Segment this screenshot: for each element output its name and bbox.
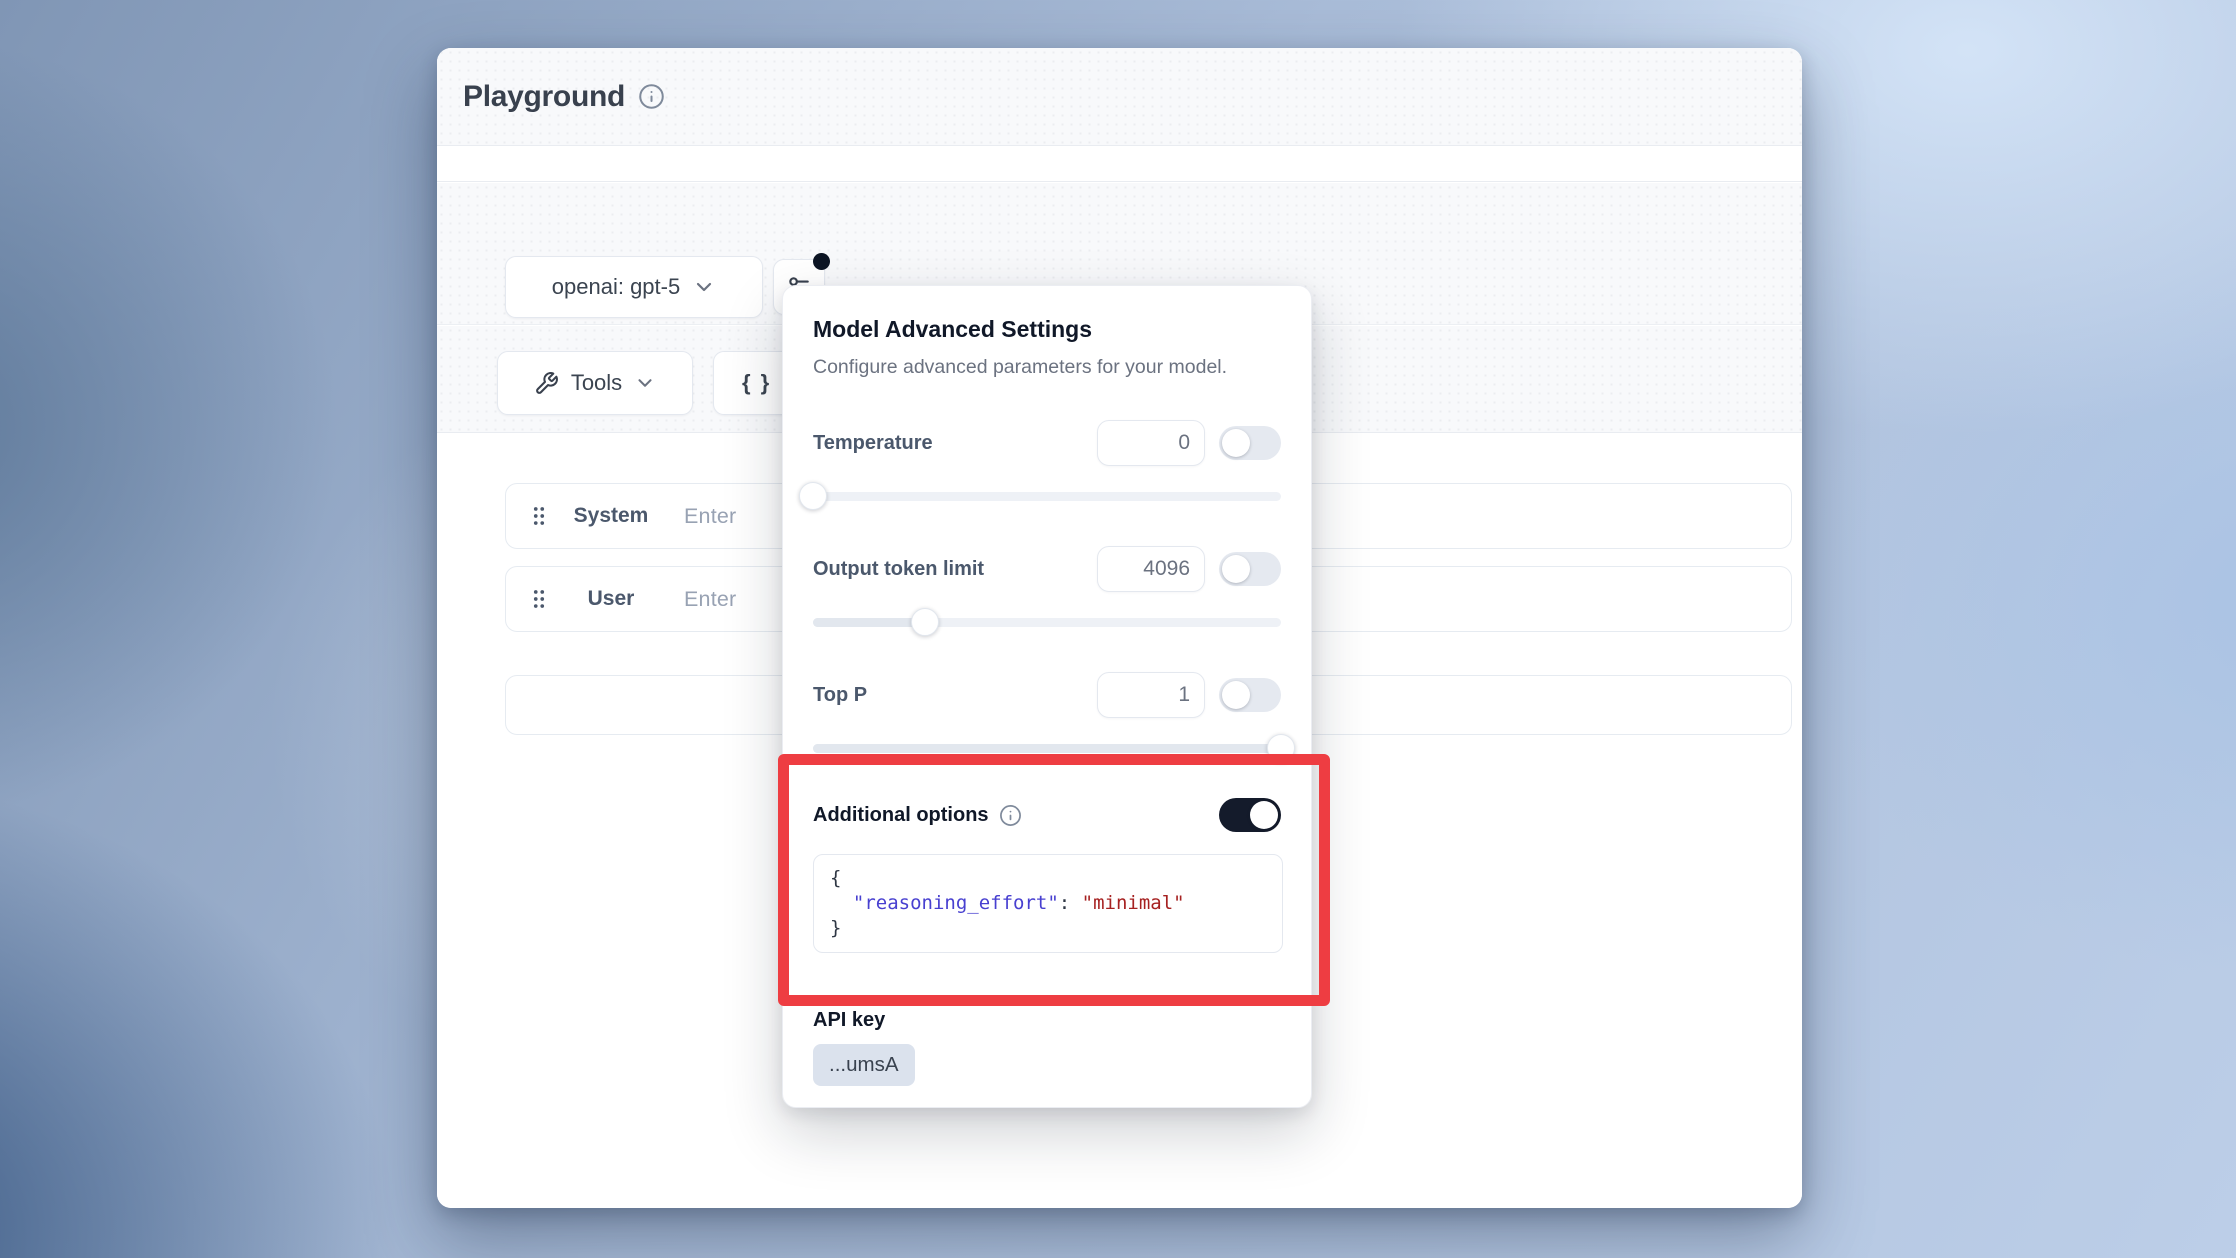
api-key-label: API key: [813, 1009, 1281, 1032]
json-key: "reasoning_effort": [853, 892, 1059, 914]
model-advanced-settings-popover: Model Advanced Settings Configure advanc…: [782, 285, 1312, 1108]
slider-fill: [813, 744, 1281, 753]
drag-handle-icon[interactable]: [526, 586, 552, 612]
param-row-temperature: Temperature: [813, 420, 1281, 466]
drag-handle-icon[interactable]: [526, 503, 552, 529]
temperature-slider[interactable]: [813, 482, 1281, 510]
output-token-limit-slider[interactable]: [813, 608, 1281, 636]
json-separator: :: [1059, 892, 1082, 914]
temperature-input[interactable]: [1097, 420, 1205, 466]
slider-thumb[interactable]: [799, 482, 827, 510]
popover-title: Model Advanced Settings: [813, 314, 1281, 344]
message-placeholder: Enter: [684, 504, 736, 529]
notification-dot: [813, 253, 830, 270]
param-row-top-p: Top P: [813, 672, 1281, 718]
output-token-limit-toggle[interactable]: [1219, 552, 1281, 586]
toggle-knob: [1222, 555, 1250, 583]
page-header: Playground: [437, 48, 1802, 146]
page-title: Playground: [463, 80, 625, 114]
info-icon[interactable]: [999, 804, 1022, 827]
toggle-knob: [1222, 681, 1250, 709]
tools-button-label: Tools: [571, 370, 622, 396]
slider-track: [813, 492, 1281, 501]
braces-button-label: { }: [742, 370, 771, 396]
tools-button[interactable]: Tools: [497, 351, 693, 415]
message-role-label: System: [552, 504, 670, 528]
chevron-down-icon: [692, 275, 716, 299]
popover-subtitle: Configure advanced parameters for your m…: [813, 354, 1281, 380]
top-p-toggle[interactable]: [1219, 678, 1281, 712]
slider-thumb[interactable]: [1267, 734, 1295, 762]
toggle-knob: [1250, 801, 1278, 829]
api-key-badge[interactable]: ...umsA: [813, 1044, 915, 1086]
additional-options-label: Additional options: [813, 804, 989, 827]
top-p-input[interactable]: [1097, 672, 1205, 718]
message-placeholder: Enter: [684, 587, 736, 612]
param-row-output-token-limit: Output token limit: [813, 546, 1281, 592]
page-background: Playground openai: gpt-5: [0, 0, 2236, 1258]
chevron-down-icon: [634, 372, 656, 394]
additional-options-row: Additional options: [813, 798, 1281, 832]
info-icon[interactable]: [638, 83, 665, 110]
toggle-knob: [1222, 429, 1250, 457]
param-label: Top P: [813, 684, 1097, 707]
message-role-label: User: [552, 587, 670, 611]
additional-options-toggle[interactable]: [1219, 798, 1281, 832]
model-selector-label: openai: gpt-5: [552, 274, 680, 300]
code-line: {: [830, 866, 1266, 891]
model-selector-button[interactable]: openai: gpt-5: [505, 256, 763, 318]
top-p-slider[interactable]: [813, 734, 1281, 762]
param-label: Temperature: [813, 432, 1097, 455]
code-line: "reasoning_effort": "minimal": [830, 891, 1266, 916]
slider-fill: [813, 618, 925, 627]
json-value: "minimal": [1082, 892, 1185, 914]
slider-thumb[interactable]: [911, 608, 939, 636]
output-token-limit-input[interactable]: [1097, 546, 1205, 592]
temperature-toggle[interactable]: [1219, 426, 1281, 460]
param-label: Output token limit: [813, 558, 1097, 581]
wrench-icon: [534, 371, 559, 396]
header-divider-strip: [437, 147, 1802, 182]
additional-options-json-editor[interactable]: { "reasoning_effort": "minimal" }: [813, 854, 1283, 953]
code-line: }: [830, 916, 1266, 941]
